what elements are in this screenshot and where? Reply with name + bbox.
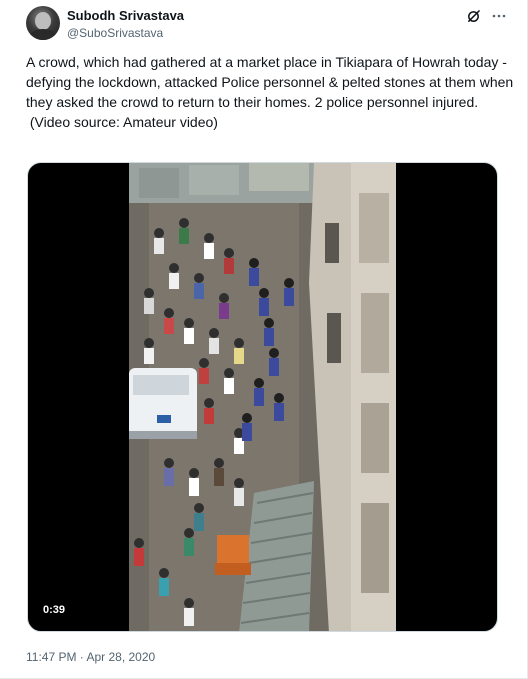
video-duration: 0:39 xyxy=(38,601,71,619)
avatar-face xyxy=(35,12,51,30)
tweet-header: Subodh Srivastava @SuboSrivastava xyxy=(26,6,513,46)
tweet-text: A crowd, which had gathered at a market … xyxy=(26,54,514,130)
header-actions xyxy=(465,8,507,24)
more-dots-icon[interactable] xyxy=(491,8,507,24)
author-names: Subodh Srivastava @SuboSrivastava xyxy=(67,8,184,41)
author-handle[interactable]: @SuboSrivastava xyxy=(67,25,184,41)
avatar[interactable] xyxy=(26,6,60,40)
tweet-timestamp[interactable]: 11:47 PM · Apr 28, 2020 xyxy=(26,649,155,665)
avatar-shoulders xyxy=(29,29,57,40)
author-display-name[interactable]: Subodh Srivastava xyxy=(67,8,184,24)
slash-circle-icon[interactable] xyxy=(465,8,481,24)
tweet-card: Subodh Srivastava @SuboSrivastava A crow… xyxy=(0,0,528,679)
video-frame xyxy=(129,163,396,631)
video-player[interactable]: 0:39 xyxy=(27,162,498,632)
